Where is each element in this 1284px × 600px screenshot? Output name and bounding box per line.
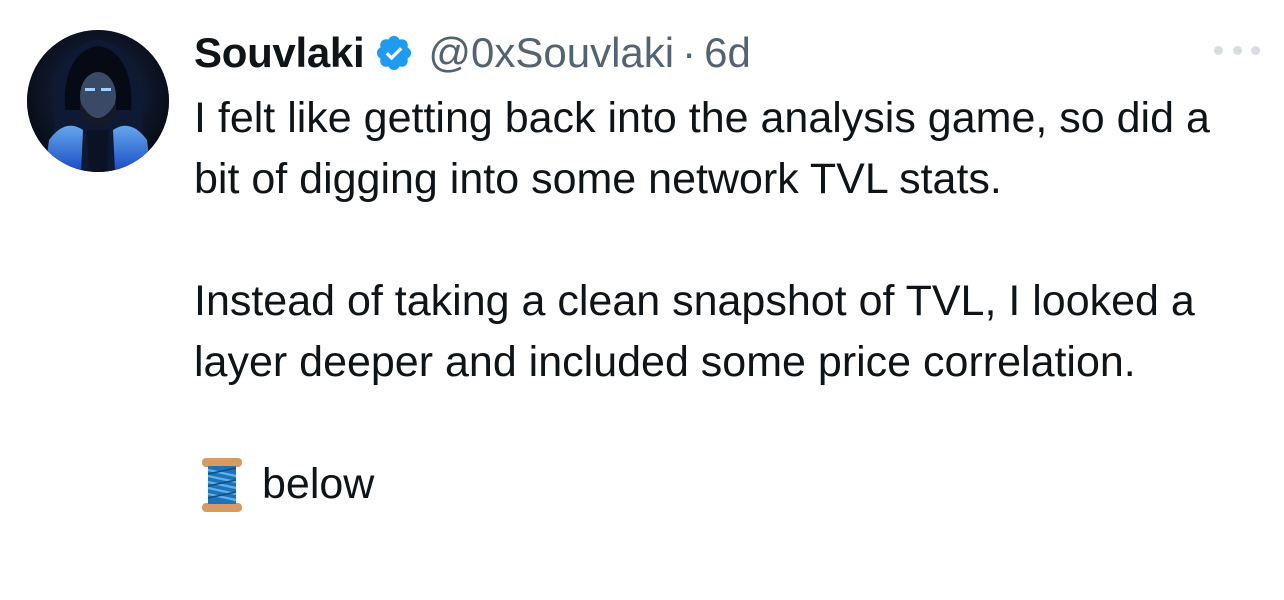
tweet-paragraph-2: Instead of taking a clean snapshot of TV…: [194, 277, 1195, 386]
author-name[interactable]: Souvlaki: [194, 29, 365, 77]
tweet-text: I felt like getting back into the analys…: [194, 88, 1254, 515]
author-handle[interactable]: @0xSouvlaki: [428, 29, 674, 77]
separator-dot: ·: [682, 29, 697, 76]
tweet-card[interactable]: Souvlaki @0xSouvlaki · 6d I felt like ge…: [0, 0, 1284, 600]
tweet-header: Souvlaki @0xSouvlaki · 6d: [194, 26, 751, 80]
avatar-image: [27, 30, 169, 172]
tweet-paragraph-1: I felt like getting back into the analys…: [194, 94, 1210, 203]
thread-indicator: below: [194, 454, 1254, 515]
more-dot: [1251, 45, 1260, 55]
avatar[interactable]: [27, 30, 169, 172]
more-dot: [1232, 45, 1242, 55]
post-time[interactable]: 6d: [704, 29, 751, 77]
tweet-paragraph-3: below: [262, 460, 375, 508]
verified-badge-icon: [374, 33, 414, 73]
spool-of-thread-icon: [200, 456, 244, 514]
more-options-icon[interactable]: [1214, 38, 1260, 62]
more-dot: [1214, 45, 1223, 55]
